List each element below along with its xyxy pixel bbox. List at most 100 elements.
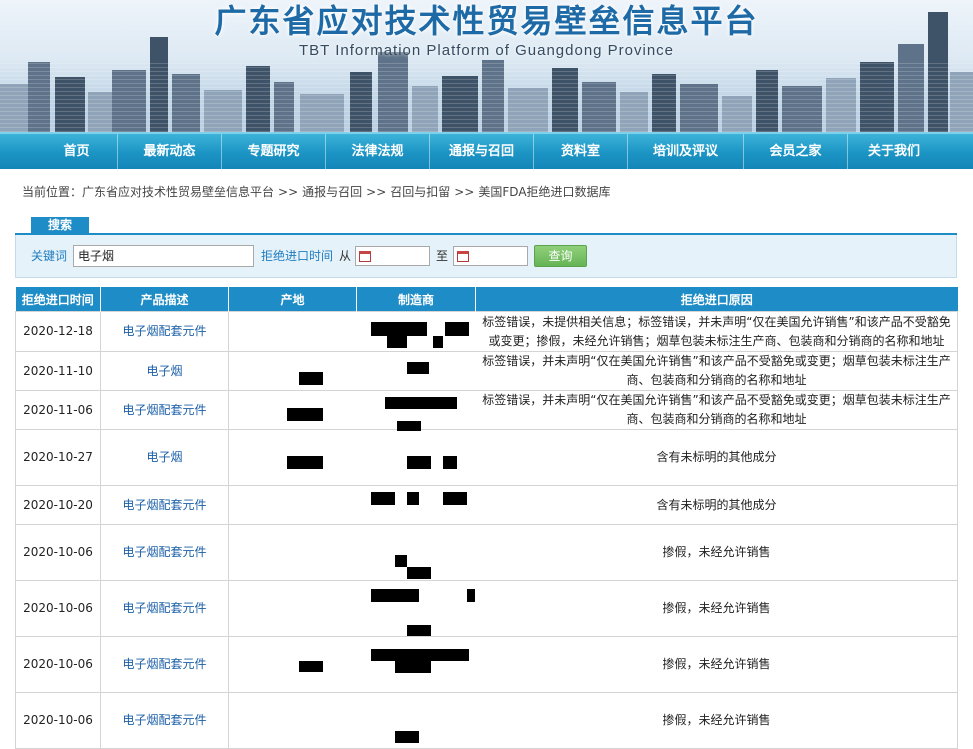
redaction-block — [371, 322, 427, 336]
product-link[interactable]: 电子烟配套元件 — [100, 311, 229, 352]
nav-item-laws[interactable]: 法律法规 — [326, 134, 430, 169]
table-row: 2020-10-06 电子烟配套元件 掺假，未经允许销售 — [15, 692, 958, 749]
redaction-block — [407, 362, 429, 374]
product-link[interactable]: 电子烟配套元件 — [100, 636, 229, 693]
nav-item-training[interactable]: 培训及评议 — [628, 134, 744, 169]
product-link[interactable]: 电子烟配套元件 — [100, 390, 229, 430]
column-header-manufacturer: 制造商 — [356, 287, 476, 312]
redaction-block — [467, 589, 475, 602]
origin-cell — [228, 485, 357, 525]
query-button[interactable]: 查询 — [534, 245, 587, 267]
product-link[interactable]: 电子烟配套元件 — [100, 485, 229, 525]
redaction-block — [299, 372, 323, 385]
nav-item-topics[interactable]: 专题研究 — [222, 134, 326, 169]
breadcrumb-prefix: 当前位置： — [22, 185, 83, 199]
reason-cell: 含有未标明的其他成分 — [475, 429, 958, 486]
nav-item-home[interactable]: 首页 — [36, 134, 118, 169]
product-link[interactable]: 电子烟 — [100, 429, 229, 486]
breadcrumb-link-home[interactable]: 广东省应对技术性贸易壁垒信息平台 — [82, 185, 274, 199]
breadcrumb-link-notifications[interactable]: 通报与召回 — [302, 185, 362, 199]
origin-cell — [228, 351, 357, 391]
nav-item-library[interactable]: 资料室 — [534, 134, 628, 169]
nav-item-about[interactable]: 关于我们 — [848, 134, 940, 169]
redaction-block — [395, 661, 431, 673]
origin-cell — [228, 429, 357, 486]
reason-cell: 标签错误，并未声明“仅在美国允许销售”和该产品不受豁免或变更；烟草包装未标注生产… — [475, 390, 958, 430]
manufacturer-cell — [356, 351, 476, 391]
redaction-block — [433, 336, 443, 348]
product-link[interactable]: 电子烟配套元件 — [100, 524, 229, 581]
reject-date-cell: 2020-10-20 — [15, 485, 101, 525]
redaction-block — [287, 408, 323, 421]
main-nav: 首页 最新动态 专题研究 法律法规 通报与召回 资料室 培训及评议 会员之家 关… — [0, 132, 973, 169]
reject-date-cell: 2020-11-10 — [15, 351, 101, 391]
manufacturer-cell — [356, 311, 476, 352]
table-row: 2020-10-20 电子烟配套元件 含有未标明的其他成分 — [15, 485, 958, 525]
keyword-input[interactable]: 电子烟 — [73, 245, 254, 267]
calendar-icon[interactable] — [457, 251, 469, 262]
reason-cell: 标签错误，未提供相关信息；标签错误，并未声明“仅在美国允许销售”和该产品不受豁免… — [475, 311, 958, 352]
manufacturer-cell — [356, 692, 476, 749]
search-tab[interactable]: 搜索 — [31, 217, 89, 234]
site-title: 广东省应对技术性贸易壁垒信息平台 — [214, 2, 759, 40]
reject-date-cell: 2020-10-27 — [15, 429, 101, 486]
product-link[interactable]: 电子烟配套元件 — [100, 692, 229, 749]
table-row: 2020-11-10 电子烟 标签错误，并未声明“仅在美国允许销售”和该产品不受… — [15, 351, 958, 391]
origin-cell — [228, 311, 357, 352]
reject-date-cell: 2020-10-06 — [15, 692, 101, 749]
redaction-block — [395, 555, 407, 567]
column-header-product: 产品描述 — [100, 287, 229, 312]
nav-item-news[interactable]: 最新动态 — [118, 134, 222, 169]
calendar-icon[interactable] — [359, 251, 371, 262]
redaction-block — [387, 336, 407, 348]
date-from-label: 从 — [339, 249, 352, 263]
redaction-block — [407, 492, 419, 505]
date-to-label: 至 — [436, 249, 449, 263]
breadcrumb-separator: >> — [366, 185, 387, 199]
redaction-block — [443, 492, 467, 505]
breadcrumb-link-recalls[interactable]: 召回与扣留 — [390, 185, 450, 199]
table-header-row: 拒绝进口时间 产品描述 产地 制造商 拒绝进口原因 — [15, 287, 958, 312]
reject-date-cell: 2020-10-06 — [15, 524, 101, 581]
product-link[interactable]: 电子烟 — [100, 351, 229, 391]
keyword-label: 关键词 — [31, 249, 68, 263]
table-row: 2020-12-18 电子烟配套元件 标签错误，未提供相关信息；标签错误，并未声… — [15, 311, 958, 352]
reject-date-cell: 2020-11-06 — [15, 390, 101, 430]
origin-cell — [228, 692, 357, 749]
manufacturer-cell — [356, 636, 476, 693]
redaction-block — [407, 567, 431, 579]
table-row: 2020-11-06 电子烟配套元件 标签错误，并未声明“仅在美国允许销售”和该… — [15, 390, 958, 431]
reason-cell: 掺假，未经允许销售 — [475, 524, 958, 581]
redaction-block — [287, 456, 323, 469]
redaction-block — [443, 456, 457, 469]
nav-item-notifications[interactable]: 通报与召回 — [430, 134, 534, 169]
nav-item-members[interactable]: 会员之家 — [744, 134, 848, 169]
column-header-reject-date: 拒绝进口时间 — [15, 287, 101, 312]
column-header-reason: 拒绝进口原因 — [475, 287, 958, 312]
site-subtitle: TBT Information Platform of Guangdong Pr… — [298, 42, 675, 59]
reason-cell: 掺假，未经允许销售 — [475, 636, 958, 693]
origin-cell — [228, 580, 357, 637]
breadcrumb-current: 美国FDA拒绝进口数据库 — [478, 185, 611, 199]
table-row: 2020-10-06 电子烟配套元件 掺假，未经允许销售 — [15, 524, 958, 581]
results-table: 拒绝进口时间 产品描述 产地 制造商 拒绝进口原因 2020-12-18 电子烟… — [15, 287, 958, 749]
manufacturer-cell — [356, 390, 476, 431]
redaction-block — [445, 322, 469, 336]
redaction-block — [371, 649, 469, 661]
breadcrumb-separator: >> — [454, 185, 475, 199]
reason-cell: 含有未标明的其他成分 — [475, 485, 958, 525]
origin-cell — [228, 636, 357, 693]
column-header-origin: 产地 — [228, 287, 357, 312]
reject-date-label: 拒绝进口时间 — [261, 249, 334, 263]
redaction-block — [299, 661, 323, 672]
reason-cell: 掺假，未经允许销售 — [475, 580, 958, 637]
breadcrumb-separator: >> — [278, 185, 299, 199]
redaction-block — [371, 589, 419, 602]
origin-cell — [228, 390, 357, 430]
reject-date-cell: 2020-12-18 — [15, 311, 101, 352]
reason-cell: 标签错误，并未声明“仅在美国允许销售”和该产品不受豁免或变更；烟草包装未标注生产… — [475, 351, 958, 391]
manufacturer-cell — [356, 580, 476, 637]
manufacturer-cell — [356, 429, 476, 486]
product-link[interactable]: 电子烟配套元件 — [100, 580, 229, 637]
manufacturer-cell — [356, 524, 476, 581]
